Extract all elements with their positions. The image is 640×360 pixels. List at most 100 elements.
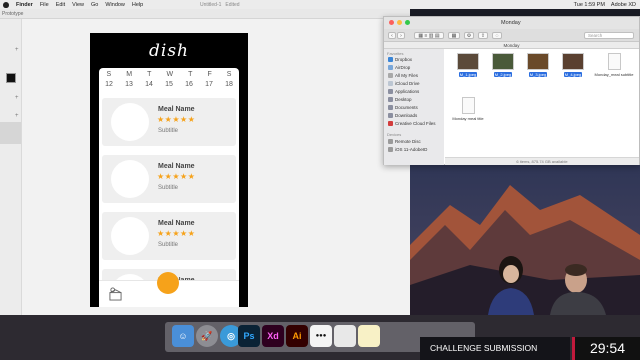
file-name: M_3.jpeg <box>528 72 548 77</box>
countdown-timer: 29:54 <box>572 337 640 360</box>
adobe-xd-icon[interactable]: Xd <box>262 325 284 347</box>
gear-icon[interactable]: ⚙ <box>464 32 474 39</box>
xd-window: Prototype + + + dish S M T W T F S 12 13… <box>0 9 410 315</box>
sidebar-item-all-my-files[interactable]: All My Files <box>388 73 418 78</box>
file-item[interactable]: Monday_meal subtitle <box>593 53 635 77</box>
tag-icon[interactable]: ◌ <box>492 32 502 39</box>
window-controls <box>389 20 410 25</box>
desktop-icon <box>388 97 393 102</box>
file-name: Monday_meal subtitle <box>594 72 634 77</box>
zoom-icon[interactable] <box>405 20 410 25</box>
sidebar-item-creative-cloud[interactable]: Creative Cloud Files <box>388 121 436 126</box>
finder-toolbar: ‹ › ▦ ≡ ▥ ▤ ▦ ⚙ ⇪ ◌ Search <box>384 29 639 42</box>
document-name: Untitled-1 <box>200 1 222 8</box>
search-input[interactable]: Search <box>584 32 634 39</box>
clock[interactable]: Tue 1:59 PM <box>574 2 605 8</box>
sidebar-item-desktop[interactable]: Desktop <box>388 97 412 102</box>
share-icon[interactable]: ⇪ <box>478 32 488 39</box>
meal-name: Meal Name <box>158 220 195 227</box>
menu-window[interactable]: Window <box>105 2 125 8</box>
menu-view[interactable]: View <box>72 2 84 8</box>
weekday: W <box>166 71 174 78</box>
sidebar-item-ios-device[interactable]: iOS 11-AdobeID <box>388 147 427 152</box>
date[interactable]: 13 <box>125 81 133 88</box>
rating-stars-icon: ★★★★★ <box>157 115 196 124</box>
weekday: T <box>188 71 193 78</box>
launchpad-icon[interactable]: 🚀 <box>196 325 218 347</box>
close-icon[interactable] <box>389 20 394 25</box>
menu-file[interactable]: File <box>40 2 49 8</box>
date[interactable]: 18 <box>225 81 233 88</box>
menu-bar: Finder File Edit View Go Window Help Unt… <box>0 0 640 9</box>
sidebar-item-documents[interactable]: Documents <box>388 105 418 110</box>
sidebar-item-applications[interactable]: Applications <box>388 89 419 94</box>
menu-edit[interactable]: Edit <box>56 2 65 8</box>
disk-icon <box>388 147 393 152</box>
file-item[interactable]: M_3.jpeg <box>521 53 555 77</box>
date-row: 12 13 14 15 16 17 18 <box>99 81 239 88</box>
photoshop-icon[interactable]: Ps <box>238 325 260 347</box>
add-icon[interactable]: + <box>15 113 19 119</box>
meal-card[interactable]: Meal Name ★★★★★ Subtitle <box>102 98 236 146</box>
date[interactable]: 12 <box>105 81 113 88</box>
date[interactable]: 17 <box>205 81 213 88</box>
sidebar-item-icloud[interactable]: iCloud Drive <box>388 81 420 86</box>
xd-toolbar: Prototype <box>0 9 410 19</box>
add-icon[interactable]: + <box>15 47 19 53</box>
file-item[interactable]: M_2.jpeg <box>486 53 520 77</box>
weekday: F <box>207 71 212 78</box>
sidebar-item-remote-disc[interactable]: Remote Disc <box>388 139 421 144</box>
preview-icon[interactable] <box>334 325 356 347</box>
finder-title: Monday <box>501 20 521 26</box>
date[interactable]: 16 <box>185 81 193 88</box>
color-swatch[interactable] <box>6 73 16 83</box>
meal-card[interactable]: Meal Name ★★★★★ Subtitle <box>102 212 236 260</box>
finder-window[interactable]: Monday ‹ › ▦ ≡ ▥ ▤ ▦ ⚙ ⇪ ◌ Search Monday… <box>383 16 640 165</box>
file-name: M_2.jpeg <box>493 72 513 77</box>
minimize-icon[interactable] <box>397 20 402 25</box>
sidebar-item-dropbox[interactable]: Dropbox <box>388 57 412 62</box>
box-icon[interactable] <box>109 287 122 301</box>
image-thumbnail <box>527 53 549 70</box>
tinder-icon[interactable]: ●●● <box>310 325 332 347</box>
sidebar-item-downloads[interactable]: Downloads <box>388 113 417 118</box>
menu-help[interactable]: Help <box>132 2 143 8</box>
back-icon[interactable]: ‹ <box>388 32 396 39</box>
forward-icon[interactable]: › <box>397 32 405 39</box>
rating-stars-icon: ★★★★★ <box>157 229 196 238</box>
view-mode-icon[interactable]: ▦ ≡ ▥ ▤ <box>414 32 444 39</box>
date[interactable]: 14 <box>145 81 153 88</box>
creative-cloud-icon <box>388 121 393 126</box>
apple-icon[interactable] <box>3 1 9 8</box>
date[interactable]: 15 <box>165 81 173 88</box>
illustrator-icon[interactable]: Ai <box>286 325 308 347</box>
menu-go[interactable]: Go <box>91 2 98 8</box>
app-label[interactable]: Adobe XD <box>611 2 636 8</box>
add-icon[interactable]: + <box>15 95 19 101</box>
favorites-heading: Favorites <box>387 51 404 56</box>
menu-finder[interactable]: Finder <box>16 2 33 8</box>
cloud-icon <box>388 81 393 86</box>
notes-icon[interactable] <box>358 325 380 347</box>
webcam-person <box>550 264 606 315</box>
weekday: S <box>226 71 232 78</box>
file-item[interactable]: M_1.jpeg <box>451 53 485 77</box>
sidebar-item-airdrop[interactable]: AirDrop <box>388 65 410 70</box>
finder-icon[interactable]: ☺ <box>172 325 194 347</box>
downloads-icon <box>388 113 393 118</box>
finder-titlebar[interactable]: Monday <box>384 17 639 29</box>
selected-row[interactable] <box>0 122 21 144</box>
arrange-icon[interactable]: ▦ <box>448 32 460 39</box>
phone-artboard[interactable]: dish S M T W T F S 12 13 14 15 16 17 18 <box>90 33 248 307</box>
document-title: Untitled-1 Edited <box>200 0 240 9</box>
image-thumbnail <box>562 53 584 70</box>
file-item[interactable]: M_4.jpeg <box>556 53 590 77</box>
weekday-row: S M T W T F S <box>99 71 239 78</box>
add-meal-button[interactable] <box>157 272 179 294</box>
file-item[interactable]: Monday meal title <box>447 97 489 121</box>
airdrop-icon <box>388 65 393 70</box>
weekday: S <box>106 71 112 78</box>
tab-prototype[interactable]: Prototype <box>2 11 23 17</box>
meal-card[interactable]: Meal Name ★★★★★ Subtitle <box>102 155 236 203</box>
status-area: Tue 1:59 PM Adobe XD <box>574 0 636 9</box>
